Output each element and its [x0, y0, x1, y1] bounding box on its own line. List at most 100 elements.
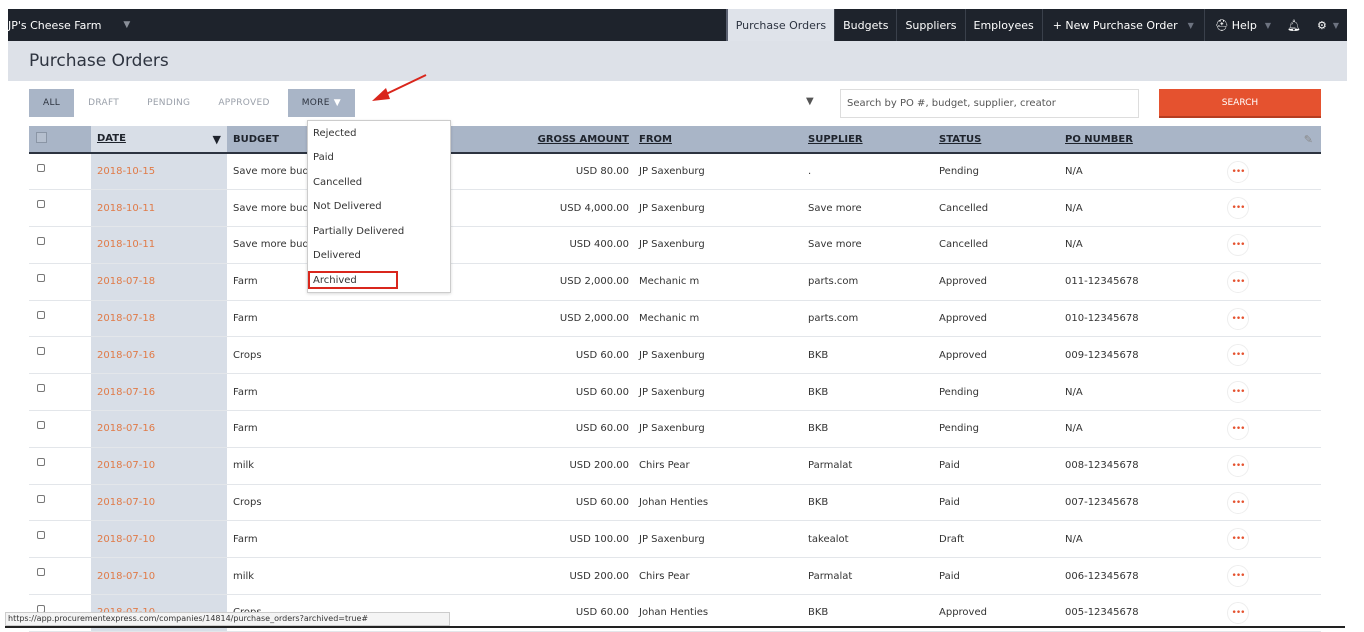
select-all-checkbox[interactable] [29, 126, 91, 154]
nav-suppliers[interactable]: Suppliers [897, 9, 966, 41]
column-header-status[interactable]: STATUS [939, 126, 1065, 154]
table-row[interactable]: 2018-07-10CropsUSD 60.00Johan HentiesBKB… [29, 484, 1321, 522]
more-actions-icon[interactable]: ••• [1227, 528, 1249, 551]
table-row[interactable]: 2018-07-10 milk USD 200.00 Chirs Pear Parmal… [29, 447, 1321, 485]
row-checkbox[interactable] [29, 189, 91, 228]
row-checkbox[interactable] [29, 557, 91, 596]
more-actions-icon[interactable]: ••• [1227, 160, 1249, 183]
tab-more[interactable]: MORE ▼ [287, 89, 355, 117]
row-checkbox[interactable] [29, 226, 91, 264]
more-actions-icon[interactable]: ••• [1227, 417, 1249, 440]
column-header-gross-amount[interactable]: GROSS AMOUNT [429, 126, 639, 154]
menu-item-rejected[interactable]: Rejected [308, 121, 450, 146]
po-number-cell: 008-12345678 [1065, 447, 1227, 485]
date-link[interactable]: 2018-10-15 [91, 153, 227, 191]
table-row[interactable]: 2018-07-18 Farm USD 2,000.00 Mechanic m part… [29, 300, 1321, 338]
search-button[interactable]: SEARCH [1159, 89, 1321, 118]
menu-item-cancelled[interactable]: Cancelled [308, 170, 450, 195]
table-row[interactable]: 2018-07-10 milk USD 200.00 Chirs Pear Parmal… [29, 557, 1321, 596]
search-input[interactable] [840, 89, 1139, 118]
nav-budgets[interactable]: Budgets [835, 9, 898, 41]
notifications-button[interactable]: 🔔︎ [1279, 9, 1309, 41]
more-actions-icon[interactable]: ••• [1227, 565, 1249, 588]
tab-more-label: MORE [301, 98, 330, 108]
menu-item-archived[interactable]: Archived [308, 271, 398, 289]
row-checkbox[interactable] [29, 410, 91, 448]
from-cell: Johan Henties [639, 484, 808, 522]
column-header-date[interactable]: DATE ▼ [91, 126, 227, 154]
more-actions-icon[interactable]: ••• [1227, 491, 1249, 514]
date-link[interactable]: 2018-07-16 [91, 373, 227, 412]
status-cell: Approved [939, 336, 1065, 375]
gross-amount-cell: USD 200.00 [429, 557, 639, 596]
column-header-po-number[interactable]: PO NUMBER [1065, 126, 1227, 154]
menu-item-delivered[interactable]: Delivered [308, 244, 450, 269]
row-checkbox[interactable] [29, 447, 91, 485]
row-actions-cell: ••• [1227, 373, 1321, 412]
date-link[interactable]: 2018-07-10 [91, 484, 227, 522]
from-cell: JP Saxenburg [639, 153, 808, 191]
row-actions-cell: ••• [1227, 410, 1321, 448]
column-header-from[interactable]: FROM [639, 126, 808, 154]
menu-item-paid[interactable]: Paid [308, 146, 450, 171]
row-checkbox[interactable] [29, 373, 91, 412]
status-cell: Draft [939, 520, 1065, 559]
table-row[interactable]: 2018-07-16 Farm USD 60.00 JP Saxenburg BKB Pe… [29, 410, 1321, 448]
table-row[interactable]: 2018-07-16 Farm USD 60.00 JP Saxenburg BKB Pe… [29, 373, 1321, 412]
po-number-cell: N/A [1065, 410, 1227, 448]
nav-new-purchase-order[interactable]: + New Purchase Order ▼ [1043, 9, 1205, 41]
chevron-down-icon: ▼ [123, 20, 131, 30]
tab-draft[interactable]: DRAFT [74, 89, 133, 117]
company-switcher[interactable]: JP's Cheese Farm ▼ [8, 19, 130, 32]
table-row[interactable]: 2018-10-11 Save more bud USD 400.00 JP Saxe… [29, 226, 1321, 264]
more-actions-icon[interactable]: ••• [1227, 233, 1249, 256]
more-actions-icon[interactable]: ••• [1227, 344, 1249, 367]
date-link[interactable]: 2018-07-18 [91, 300, 227, 338]
table-row[interactable]: 2018-10-15 Save more bud USD 80.00 JP Saxen… [29, 153, 1321, 191]
date-link[interactable]: 2018-07-10 [91, 447, 227, 485]
date-link[interactable]: 2018-07-18 [91, 263, 227, 301]
table-row[interactable]: 2018-07-18 Farm USD 2,000.00 Mechanic m part… [29, 263, 1321, 301]
menu-item-not-delivered[interactable]: Not Delivered [308, 195, 450, 220]
column-header-supplier[interactable]: SUPPLIER [808, 126, 939, 154]
from-cell: JP Saxenburg [639, 226, 808, 264]
po-number-cell: 006-12345678 [1065, 557, 1227, 596]
row-checkbox[interactable] [29, 336, 91, 375]
tab-pending[interactable]: PENDING [133, 89, 204, 117]
date-link[interactable]: 2018-10-11 [91, 226, 227, 264]
more-actions-icon[interactable]: ••• [1227, 307, 1249, 330]
top-navbar: JP's Cheese Farm ▼ Purchase Orders Budge… [8, 9, 1347, 41]
row-checkbox[interactable] [29, 300, 91, 338]
table-row[interactable]: 2018-10-11 Save more bud USD 4,000.00 JP Sa… [29, 189, 1321, 228]
row-checkbox[interactable] [29, 263, 91, 301]
row-checkbox[interactable] [29, 520, 91, 559]
table-row[interactable]: 2018-07-16 Crops USD 60.00 JP Saxenburg BKB A… [29, 336, 1321, 375]
date-link[interactable]: 2018-07-16 [91, 410, 227, 448]
row-checkbox[interactable] [29, 484, 91, 522]
date-link[interactable]: 2018-07-10 [91, 520, 227, 559]
nav-employees[interactable]: Employees [966, 9, 1043, 41]
edit-columns-button[interactable]: ✎ [1227, 126, 1321, 154]
more-actions-icon[interactable]: ••• [1227, 601, 1249, 624]
date-link[interactable]: 2018-10-11 [91, 189, 227, 228]
chevron-down-icon: ▼ [1187, 20, 1194, 30]
nav-purchase-orders[interactable]: Purchase Orders [725, 9, 836, 41]
tab-all[interactable]: ALL [29, 89, 75, 117]
settings-button[interactable]: ⚙ ▼ [1309, 9, 1347, 41]
gross-amount-cell: USD 60.00 [429, 484, 639, 522]
filter-icon[interactable]: ▼ [806, 96, 814, 107]
nav-help[interactable]: ⛑ Help ▼ [1205, 9, 1279, 41]
table-row[interactable]: 2018-07-10 Farm USD 100.00 JP Saxenburg take… [29, 520, 1321, 559]
more-actions-icon[interactable]: ••• [1227, 454, 1249, 477]
more-actions-icon[interactable]: ••• [1227, 381, 1249, 404]
date-link[interactable]: 2018-07-10 [91, 557, 227, 596]
more-actions-icon[interactable]: ••• [1227, 270, 1249, 293]
row-actions-cell: ••• [1227, 226, 1321, 264]
menu-item-partially-delivered[interactable]: Partially Delivered [308, 219, 450, 244]
row-checkbox[interactable] [29, 153, 91, 191]
date-link[interactable]: 2018-07-16 [91, 336, 227, 375]
more-actions-icon[interactable]: ••• [1227, 197, 1249, 220]
gross-amount-cell: USD 2,000.00 [429, 263, 639, 301]
from-cell: Mechanic m [639, 300, 808, 338]
tab-approved[interactable]: APPROVED [204, 89, 283, 117]
